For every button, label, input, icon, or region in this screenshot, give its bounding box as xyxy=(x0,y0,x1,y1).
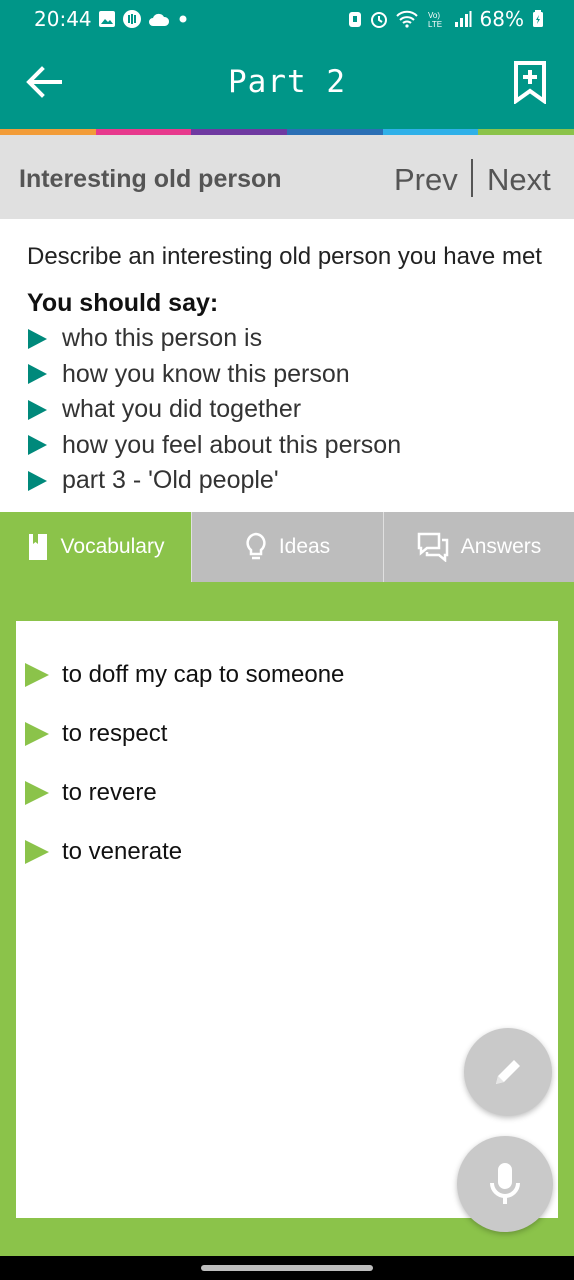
cue-card: Describe an interesting old person you h… xyxy=(0,219,574,512)
signal-icon xyxy=(454,11,472,27)
triangle-bullet-icon xyxy=(28,399,47,420)
volte-icon: Vo)LTE xyxy=(428,11,442,29)
tab-label: Answers xyxy=(460,535,542,558)
podcast-icon xyxy=(123,10,141,28)
page-title: Part 2 xyxy=(228,64,346,100)
cue-point-text: who this person is xyxy=(62,324,263,353)
list-item: to venerate xyxy=(25,822,344,881)
tab-ideas[interactable]: Ideas xyxy=(191,512,383,582)
triangle-bullet-icon xyxy=(28,328,47,349)
microphone-button[interactable] xyxy=(457,1136,553,1232)
status-bar: 20:44 Vo) LTE 68% xyxy=(0,0,574,36)
gallery-icon xyxy=(99,11,115,27)
triangle-bullet-icon xyxy=(25,780,49,805)
battery-percent: 68% xyxy=(479,7,524,31)
battery-icon xyxy=(533,10,543,27)
topic-title: Interesting old person xyxy=(19,165,282,193)
cloud-icon xyxy=(149,13,170,26)
vocab-text: to revere xyxy=(62,778,157,806)
app-bar: Part 2 xyxy=(0,36,574,130)
pencil-icon xyxy=(496,1060,520,1084)
next-button[interactable]: Next xyxy=(487,162,551,198)
home-indicator[interactable] xyxy=(201,1265,373,1271)
cue-point-text: what you did together xyxy=(62,395,302,424)
lightbulb-icon xyxy=(246,532,266,560)
list-item: who this person is xyxy=(28,321,401,357)
status-time: 20:44 xyxy=(34,7,92,31)
triangle-bullet-icon xyxy=(28,470,47,491)
triangle-bullet-icon xyxy=(25,721,49,746)
list-item: what you did together xyxy=(28,392,401,428)
triangle-bullet-icon xyxy=(28,435,47,456)
vocab-text: to doff my cap to someone xyxy=(62,660,345,688)
bookmark-icon xyxy=(28,534,47,560)
shield-icon xyxy=(348,12,361,27)
cue-point-text: part 3 - 'Old people' xyxy=(62,466,279,495)
vocab-text: to venerate xyxy=(62,837,183,865)
microphone-icon xyxy=(490,1163,520,1204)
triangle-bullet-icon xyxy=(28,364,47,385)
vocabulary-list: to doff my cap to someone to respect to … xyxy=(25,645,344,881)
triangle-bullet-icon xyxy=(25,839,49,864)
list-item: to doff my cap to someone xyxy=(25,645,344,704)
list-item: how you feel about this person xyxy=(28,428,401,464)
chat-icon xyxy=(417,532,448,562)
tab-answers[interactable]: Answers xyxy=(383,512,574,582)
vocabulary-card: to doff my cap to someone to respect to … xyxy=(16,621,558,1218)
list-item: to revere xyxy=(25,763,344,822)
list-item: part 3 - 'Old people' xyxy=(28,463,401,499)
cue-card-points: who this person is how you know this per… xyxy=(28,321,401,499)
svg-text:Vo): Vo) xyxy=(428,11,440,20)
list-item: how you know this person xyxy=(28,357,401,393)
alarm-icon xyxy=(370,12,387,28)
tab-bar: Vocabulary Ideas Answers xyxy=(0,512,574,582)
vocab-text: to respect xyxy=(62,719,168,747)
nav-divider xyxy=(471,159,473,197)
system-nav-bar xyxy=(0,1256,574,1280)
add-bookmark-button[interactable] xyxy=(510,60,550,105)
cue-card-heading: Describe an interesting old person you h… xyxy=(27,243,542,270)
status-left-icons xyxy=(98,9,190,29)
tab-vocabulary[interactable]: Vocabulary xyxy=(0,512,191,582)
edit-button[interactable] xyxy=(464,1028,552,1116)
dot-icon xyxy=(179,15,187,23)
prev-button[interactable]: Prev xyxy=(394,162,458,198)
cue-point-text: how you feel about this person xyxy=(62,430,402,459)
bookmark-add-icon xyxy=(514,61,546,105)
svg-text:LTE: LTE xyxy=(428,20,442,29)
wifi-icon xyxy=(395,10,418,28)
you-should-say-label: You should say: xyxy=(27,289,219,317)
triangle-bullet-icon xyxy=(25,662,49,687)
list-item: to respect xyxy=(25,704,344,763)
tab-label: Ideas xyxy=(278,535,331,558)
tab-label: Vocabulary xyxy=(60,535,165,558)
topic-header: Interesting old person Prev Next xyxy=(0,135,574,219)
cue-point-text: how you know this person xyxy=(62,359,350,388)
status-right: Vo) LTE 68% xyxy=(348,7,544,31)
